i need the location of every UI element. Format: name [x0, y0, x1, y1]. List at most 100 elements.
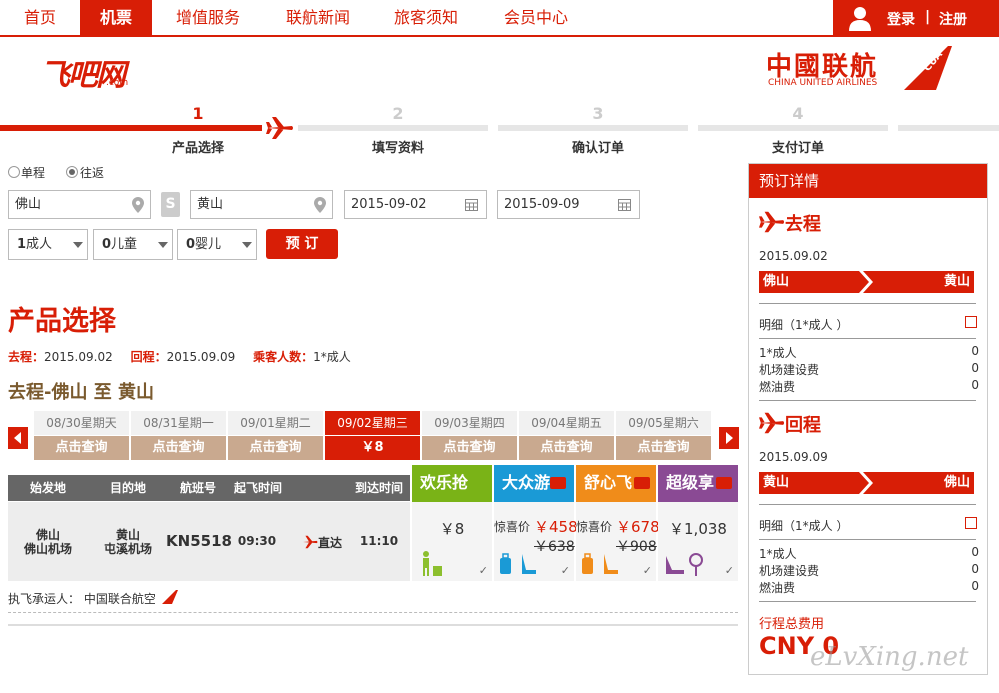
summary-return-value: 2015.09.09 [166, 350, 236, 364]
date-tab-0903[interactable]: 09/03星期四 点击查询 [422, 411, 517, 461]
fee-label: 1*成人 [759, 547, 797, 561]
divider [8, 624, 738, 626]
child-count-select[interactable]: 0儿童 [93, 229, 173, 260]
chevron-down-icon [242, 242, 252, 248]
fare-price: ￥8 [439, 520, 465, 538]
row-origin: 佛山 佛山机场 [10, 528, 86, 556]
page-title: 产品选择 [8, 306, 116, 337]
date-tab-0902[interactable]: 09/02星期三 ￥8 [325, 411, 420, 461]
fee-row: 机场建设费 0 [759, 562, 979, 579]
expand-icon[interactable] [965, 517, 977, 529]
plane-icon [266, 117, 293, 139]
prev-date-button[interactable] [8, 427, 28, 449]
depart-date-input[interactable]: 2015-09-02 [344, 190, 487, 219]
register-link[interactable]: 注册 [939, 9, 967, 29]
fee-row: 1*成人 0 [759, 344, 979, 361]
fee-label: 机场建设费 [759, 564, 820, 578]
nav-passenger-notice[interactable]: 旅客须知 [386, 0, 466, 35]
check-icon: ✓ [478, 564, 488, 577]
depart-date-value: 2015-09-02 [351, 197, 427, 212]
feiba-logo[interactable]: 飞吧网 .com [40, 50, 150, 93]
flag-icon [716, 477, 732, 489]
date-tab-date: 09/01星期二 [228, 411, 323, 435]
return-date-value: 2015-09-09 [504, 197, 580, 212]
date-tab-0831[interactable]: 08/31星期一 点击查询 [131, 411, 226, 461]
date-tab-price: ￥8 [325, 436, 420, 460]
expand-icon[interactable] [965, 316, 977, 328]
fee-value: 0 [971, 344, 979, 358]
fare-original-price: ￥638 [534, 539, 575, 555]
date-tab-date: 09/04星期五 [519, 411, 614, 435]
infant-label: 婴儿 [195, 237, 222, 252]
outbound-route-bar: 佛山 黄山 [759, 271, 974, 293]
step-num-2: 2 [392, 104, 404, 123]
date-tab-query: 点击查询 [34, 436, 129, 460]
row-dest-airport: 屯溪机场 [103, 542, 152, 556]
outbound-to: 黄山 [943, 274, 970, 289]
fare-promo: 惊喜价 [576, 520, 613, 534]
fee-value: 0 [971, 562, 979, 576]
chevron-down-icon [73, 242, 83, 248]
fare-cell-economy[interactable]: 惊喜价 ￥458 ￥638 ✓ [494, 502, 578, 581]
cua-tail-icon [162, 590, 178, 604]
fare-header-label: 大众游 [502, 473, 551, 492]
child-count: 0 [102, 237, 112, 252]
inbound-detail-toggle[interactable]: 明细（1*成人 ） [759, 517, 979, 534]
divider [759, 303, 976, 304]
summary-depart-value: 2015.09.02 [44, 350, 113, 364]
nav-news[interactable]: 联航新闻 [278, 0, 358, 35]
fare-header-premium: 超级享 [658, 465, 738, 502]
row-dest-city: 黄山 [115, 528, 140, 542]
from-city-input[interactable]: 佛山 [8, 190, 151, 219]
date-tab-0901[interactable]: 09/01星期二 点击查询 [228, 411, 323, 461]
summary-pax-value: 1*成人 [313, 350, 351, 364]
date-tab-query: 点击查询 [422, 436, 517, 460]
divider [759, 504, 976, 505]
adult-count: 1 [17, 237, 27, 252]
plane-icon [759, 211, 785, 233]
return-date-input[interactable]: 2015-09-09 [497, 190, 640, 219]
cua-logo[interactable]: 中國联航 CHINA UNITED AIRLINES CUA [766, 44, 956, 92]
flag-icon [550, 477, 566, 489]
swap-cities-button[interactable]: S [161, 192, 180, 217]
oneway-radio[interactable] [8, 166, 20, 178]
date-tab-0830[interactable]: 08/30星期天 点击查询 [34, 411, 129, 461]
inbound-route-bar: 黄山 佛山 [759, 472, 974, 494]
fare-cell-comfort[interactable]: 惊喜价 ￥678 ￥908 ✓ [576, 502, 660, 581]
login-link[interactable]: 登录 [887, 9, 915, 29]
nav-flights[interactable]: 机票 [80, 0, 152, 35]
nav-member-center[interactable]: 会员中心 [496, 0, 576, 35]
step-num-3: 3 [592, 104, 604, 123]
nav-value-added[interactable]: 增值服务 [168, 0, 248, 35]
row-origin-city: 佛山 [35, 528, 60, 542]
location-pin-icon [314, 197, 326, 213]
detail-label: 明细（1*成人 ） [759, 318, 849, 332]
summary-depart-label: 去程： [8, 350, 45, 364]
row-flight-no: KN5518 [166, 532, 232, 550]
fee-value: 0 [971, 361, 979, 375]
chevron-right-icon [726, 432, 733, 444]
outbound-detail-toggle[interactable]: 明细（1*成人 ） [759, 316, 979, 333]
book-button[interactable]: 预 订 [266, 229, 338, 259]
adult-label: 成人 [26, 237, 53, 252]
fare-cell-happy[interactable]: ￥8 ✓ [412, 502, 492, 581]
roundtrip-radio[interactable] [66, 166, 78, 178]
inbound-date: 2015.09.09 [759, 450, 828, 464]
nav-home[interactable]: 首页 [10, 0, 70, 35]
summary-pax-label: 乘客人数： [253, 350, 314, 364]
to-city-input[interactable]: 黄山 [190, 190, 333, 219]
next-date-button[interactable] [719, 427, 739, 449]
fare-header-comfort: 舒心飞 [576, 465, 656, 502]
fee-value: 0 [971, 579, 979, 593]
carrier-label: 执飞承运人： [8, 592, 81, 606]
date-tab-query: 点击查询 [519, 436, 614, 460]
check-icon: ✓ [560, 564, 570, 577]
step-bar-3 [498, 125, 688, 131]
flag-icon [634, 477, 650, 489]
date-tab-0905[interactable]: 09/05星期六 点击查询 [616, 411, 711, 461]
fare-cell-premium[interactable]: ￥1,038 ✓ [658, 502, 738, 581]
watermark: eLvXing.net [810, 642, 969, 672]
adult-count-select[interactable]: 1成人 [8, 229, 88, 260]
date-tab-0904[interactable]: 09/04星期五 点击查询 [519, 411, 614, 461]
infant-count-select[interactable]: 0婴儿 [177, 229, 257, 260]
